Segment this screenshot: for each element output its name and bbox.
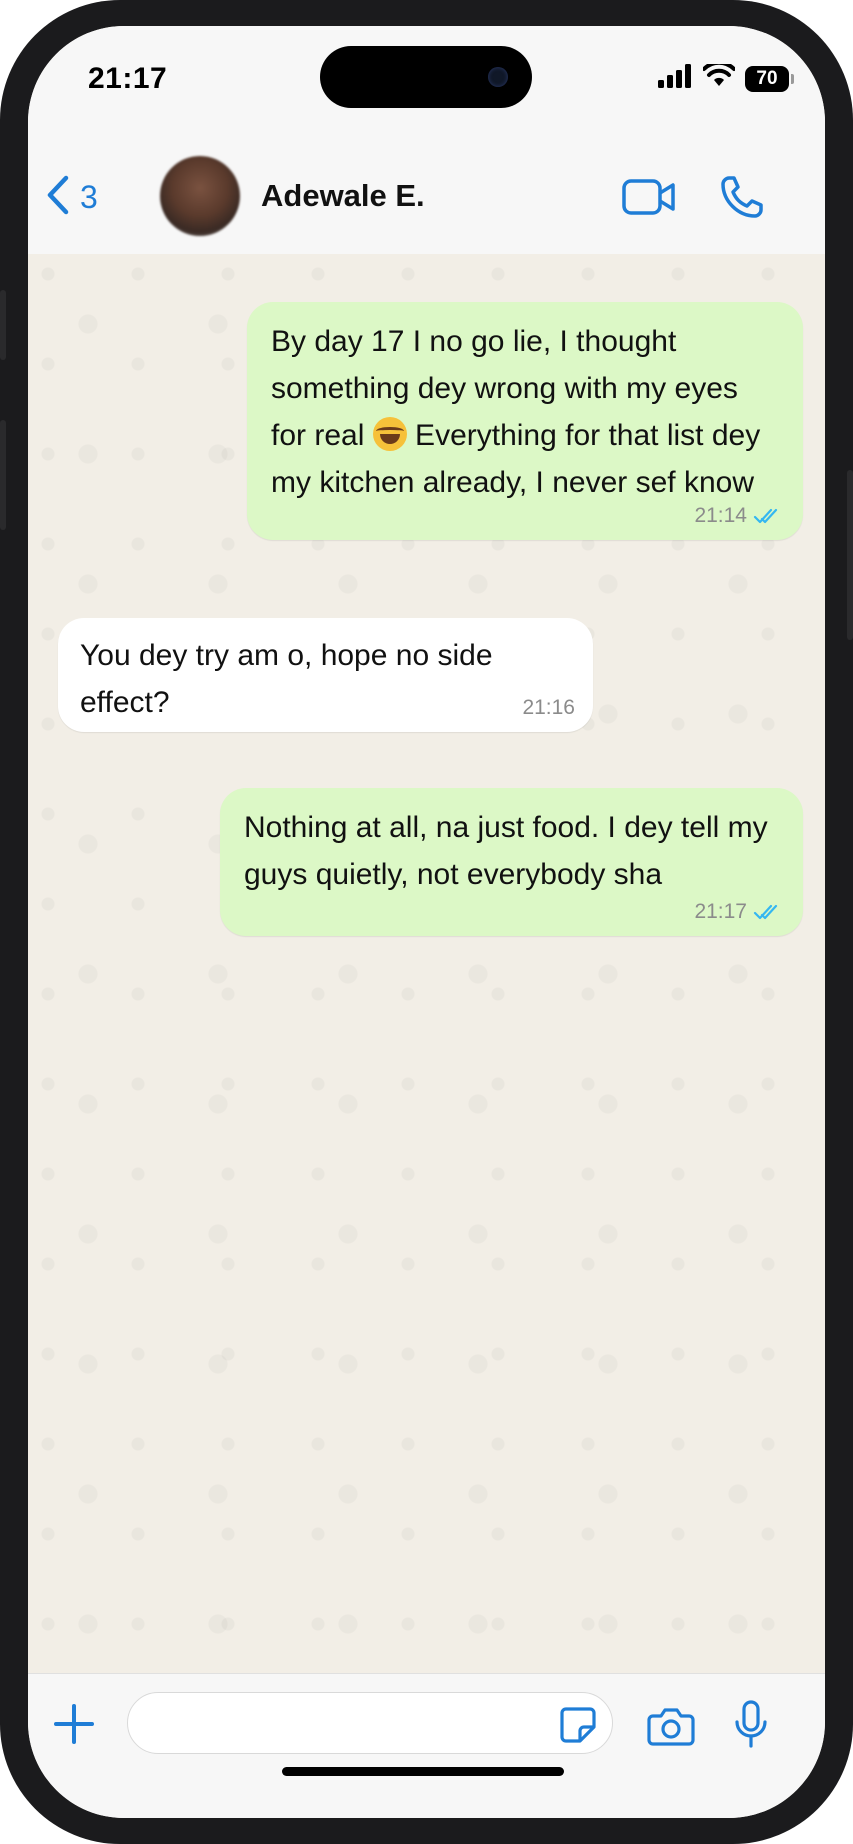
camera-button[interactable] bbox=[647, 1706, 695, 1751]
double-check-icon bbox=[753, 904, 778, 919]
phone-call-icon bbox=[721, 176, 763, 218]
side-button-left-lower bbox=[0, 420, 6, 530]
battery-icon: 70 bbox=[745, 65, 794, 92]
status-bar: 21:17 70 bbox=[28, 26, 825, 134]
video-call-button[interactable] bbox=[621, 178, 677, 221]
video-call-icon bbox=[622, 179, 675, 215]
sticker-button[interactable] bbox=[558, 1705, 598, 1750]
message-text: You dey try am o, hope no side effect? bbox=[80, 639, 493, 719]
unread-count: 3 bbox=[80, 179, 98, 215]
home-indicator[interactable] bbox=[282, 1767, 564, 1776]
dynamic-island bbox=[320, 46, 532, 108]
status-time: 21:17 bbox=[88, 62, 168, 95]
wifi-icon bbox=[702, 60, 736, 93]
message-bubble-outgoing[interactable]: Nothing at all, na just food. I dey tell… bbox=[220, 788, 803, 936]
message-input-container[interactable] bbox=[127, 1692, 613, 1754]
plus-icon bbox=[54, 1704, 94, 1744]
signal-icon bbox=[657, 64, 693, 93]
message-composer bbox=[28, 1673, 825, 1818]
camera-icon bbox=[647, 1708, 695, 1746]
voice-call-button[interactable] bbox=[719, 174, 765, 225]
message-time: 21:17 bbox=[694, 900, 747, 923]
message-meta: 21:14 bbox=[694, 505, 783, 526]
message-bubble-outgoing[interactable]: By day 17 I no go lie, I thought somethi… bbox=[247, 302, 803, 540]
message-text: By day 17 I no go lie, I thought somethi… bbox=[271, 325, 761, 499]
chat-header: 3 Adewale E. bbox=[28, 134, 825, 255]
front-camera bbox=[488, 67, 508, 87]
side-button-right bbox=[847, 470, 853, 640]
avatar[interactable] bbox=[160, 156, 240, 236]
status-icons: 70 bbox=[657, 60, 794, 93]
message-text: Nothing at all, na just food. I dey tell… bbox=[244, 811, 768, 891]
microphone-icon bbox=[735, 1700, 767, 1748]
message-time: 21:14 bbox=[694, 504, 747, 527]
message-time: 21:16 bbox=[522, 696, 575, 719]
back-button[interactable]: 3 bbox=[44, 174, 98, 221]
chat-area[interactable]: By day 17 I no go lie, I thought somethi… bbox=[28, 254, 825, 1674]
attach-button[interactable] bbox=[52, 1702, 96, 1751]
message-meta: 21:16 bbox=[522, 697, 575, 718]
face-with-tears-of-joy-icon bbox=[372, 417, 407, 451]
sticker-icon bbox=[560, 1707, 596, 1743]
back-chevron-icon bbox=[44, 174, 72, 221]
message-meta: 21:17 bbox=[694, 901, 783, 922]
contact-name[interactable]: Adewale E. bbox=[261, 178, 425, 214]
double-check-icon bbox=[753, 508, 778, 523]
phone-frame: 21:17 70 3 Adewale E. By day 17 I no go … bbox=[0, 0, 853, 1844]
voice-message-button[interactable] bbox=[733, 1700, 769, 1755]
message-input[interactable] bbox=[150, 1693, 554, 1753]
message-bubble-incoming[interactable]: You dey try am o, hope no side effect? 2… bbox=[58, 618, 593, 732]
side-button-left bbox=[0, 290, 6, 360]
screen: 21:17 70 3 Adewale E. By day 17 I no go … bbox=[28, 26, 825, 1818]
